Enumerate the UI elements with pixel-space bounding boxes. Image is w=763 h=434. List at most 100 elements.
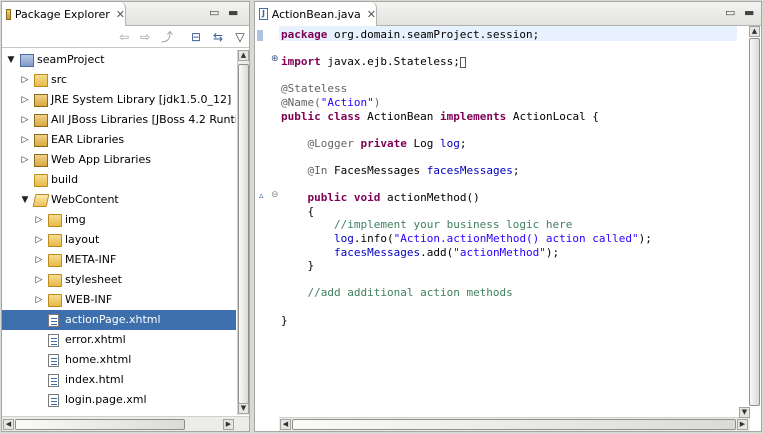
expand-arrow-icon[interactable]: ▷ — [34, 235, 44, 245]
code-line: //implement your business logic here — [281, 218, 572, 231]
scroll-left-icon[interactable]: ◀ — [280, 419, 291, 430]
editor-scroll-thumb[interactable] — [749, 38, 760, 406]
tree-item[interactable]: ▷ src — [2, 70, 236, 90]
code-area[interactable]: package org.domain.seamProject.session; i… — [279, 26, 737, 409]
tree-item[interactable]: ▷ stylesheet — [2, 270, 236, 290]
code-token: Log — [406, 136, 440, 150]
link-with-editor-icon[interactable]: ⇆ — [210, 29, 226, 45]
tree-scroll-thumb[interactable] — [238, 64, 249, 404]
folder-icon — [48, 234, 62, 247]
tree-item-label: src — [51, 73, 68, 86]
tree-item[interactable]: ▼ seamProject — [2, 50, 236, 70]
tree-item[interactable]: home.xhtml — [2, 350, 236, 370]
scroll-down-icon[interactable]: ▼ — [238, 403, 249, 414]
editor-tabbar: J ActionBean.java ✕ ▭ ▬ — [255, 2, 761, 26]
scroll-up-icon[interactable]: ▲ — [749, 26, 760, 37]
editor-left-ruler[interactable]: ⊕ ▵ ⊖ — [255, 26, 279, 409]
expand-arrow-icon[interactable]: ▷ — [20, 155, 30, 165]
code-token: ActionBean — [360, 109, 440, 123]
expand-arrow-icon[interactable]: ▷ — [20, 135, 30, 145]
scroll-right-icon[interactable]: ▶ — [223, 419, 234, 430]
code-token: javax.ejb.Stateless; — [320, 55, 460, 69]
tab-actionbean-java[interactable]: J ActionBean.java ✕ — [255, 2, 377, 26]
tree-item[interactable]: login.page.xml — [2, 390, 236, 410]
folder-icon — [48, 214, 62, 227]
code-token: ); — [638, 232, 652, 245]
html-file-icon — [48, 374, 59, 387]
editor-horizontal-scrollbar[interactable]: ◀ ▶ — [279, 417, 750, 431]
collapse-arrow-icon[interactable]: ▼ — [6, 55, 16, 65]
code-token: } — [281, 259, 315, 273]
collapse-arrow-icon[interactable]: ▼ — [20, 195, 30, 205]
code-line: facesMessages.add("actionMethod"); — [281, 246, 559, 259]
code-token: "actionMethod" — [453, 245, 546, 259]
code-token: ); — [545, 245, 560, 259]
up-icon[interactable]: ⤴ — [159, 29, 175, 45]
code-token: ) — [373, 96, 381, 109]
tree-item[interactable]: build — [2, 170, 236, 190]
scroll-left-icon[interactable]: ◀ — [3, 419, 14, 430]
code-token: void — [353, 191, 381, 205]
minimize-icon[interactable]: ▭ — [725, 6, 735, 19]
scroll-right-icon[interactable]: ▶ — [737, 419, 748, 430]
editor-overview-ruler[interactable]: ▲ — [749, 26, 761, 409]
xhtml-file-icon — [48, 354, 59, 367]
expand-arrow-icon[interactable]: ▷ — [34, 255, 44, 265]
tab-package-explorer[interactable]: Package Explorer ✕ — [2, 2, 126, 26]
expand-arrow-icon[interactable]: ▷ — [34, 275, 44, 285]
tree-item-label: build — [51, 173, 79, 186]
editor-hscroll-thumb[interactable] — [292, 419, 736, 430]
expand-arrow-icon[interactable]: ▷ — [20, 115, 30, 125]
collapse-all-icon[interactable]: ⊟ — [188, 29, 204, 45]
expand-arrow-icon[interactable]: ▷ — [34, 215, 44, 225]
code-line: } — [281, 314, 288, 327]
view-menu-icon[interactable]: ▽ — [232, 29, 248, 45]
package-explorer-toolbar: ⇦ ⇨ ⤴ ⊟ ⇆ ▽ — [2, 26, 249, 48]
xml-file-icon — [48, 394, 59, 407]
code-token: } — [281, 313, 288, 327]
tree-item[interactable]: ▼ WebContent — [2, 190, 236, 210]
tree-item[interactable]: index.html — [2, 370, 236, 390]
tree-item[interactable]: ▷ img — [2, 210, 236, 230]
package-explorer-icon — [6, 8, 11, 20]
tree-item[interactable]: ▷ META-INF — [2, 250, 236, 270]
tree-item[interactable]: ▷ Web App Libraries — [2, 150, 236, 170]
tree-item[interactable]: ▷ WEB-INF — [2, 290, 236, 310]
tree-item[interactable]: ▷ JRE System Library [jdk1.5.0_12] — [2, 90, 236, 110]
maximize-icon[interactable]: ▬ — [228, 6, 238, 19]
code-token: log — [333, 232, 354, 245]
minimize-icon[interactable]: ▭ — [209, 6, 219, 19]
tree-item[interactable]: ▷ All JBoss Libraries [JBoss 4.2 Runtime — [2, 110, 236, 130]
scroll-down-icon[interactable]: ▼ — [739, 407, 750, 418]
code-token: //add additional action methods — [307, 286, 513, 300]
tree-hscroll-thumb[interactable] — [15, 419, 185, 430]
source-folder-icon — [34, 74, 48, 87]
code-line: } — [281, 259, 314, 272]
code-line: public class ActionBean implements Actio… — [281, 110, 599, 123]
code-token: { — [281, 204, 315, 218]
code-token: public — [307, 191, 348, 205]
tree-item[interactable]: ▷ layout — [2, 230, 236, 250]
code-token: facesMessages — [333, 245, 421, 259]
maximize-icon[interactable]: ▬ — [744, 6, 754, 19]
tree-item-label: seamProject — [37, 53, 105, 66]
scroll-up-icon[interactable]: ▲ — [238, 50, 249, 61]
expand-arrow-icon[interactable]: ▷ — [34, 295, 44, 305]
forward-icon[interactable]: ⇨ — [137, 29, 153, 45]
collapse-fold-icon[interactable]: ⊖ — [271, 190, 279, 200]
expand-fold-icon[interactable]: ⊕ — [271, 54, 279, 64]
expand-arrow-icon[interactable]: ▷ — [20, 75, 30, 85]
tree-horizontal-scrollbar[interactable]: ◀ ▶ — [2, 416, 249, 431]
tree-item[interactable]: error.xhtml — [2, 330, 236, 350]
expand-arrow-icon[interactable]: ▷ — [20, 95, 30, 105]
close-icon[interactable]: ✕ — [116, 8, 125, 21]
back-icon[interactable]: ⇦ — [116, 29, 132, 45]
tree-vertical-scrollbar[interactable]: ▲ ▼ — [237, 50, 249, 415]
tree-item[interactable]: ▷ EAR Libraries — [2, 130, 236, 150]
close-icon[interactable]: ✕ — [367, 8, 376, 21]
folder-icon — [48, 254, 62, 267]
code-token: @Logger — [307, 136, 354, 150]
tree-item[interactable]: actionPage.xhtml — [2, 310, 236, 330]
